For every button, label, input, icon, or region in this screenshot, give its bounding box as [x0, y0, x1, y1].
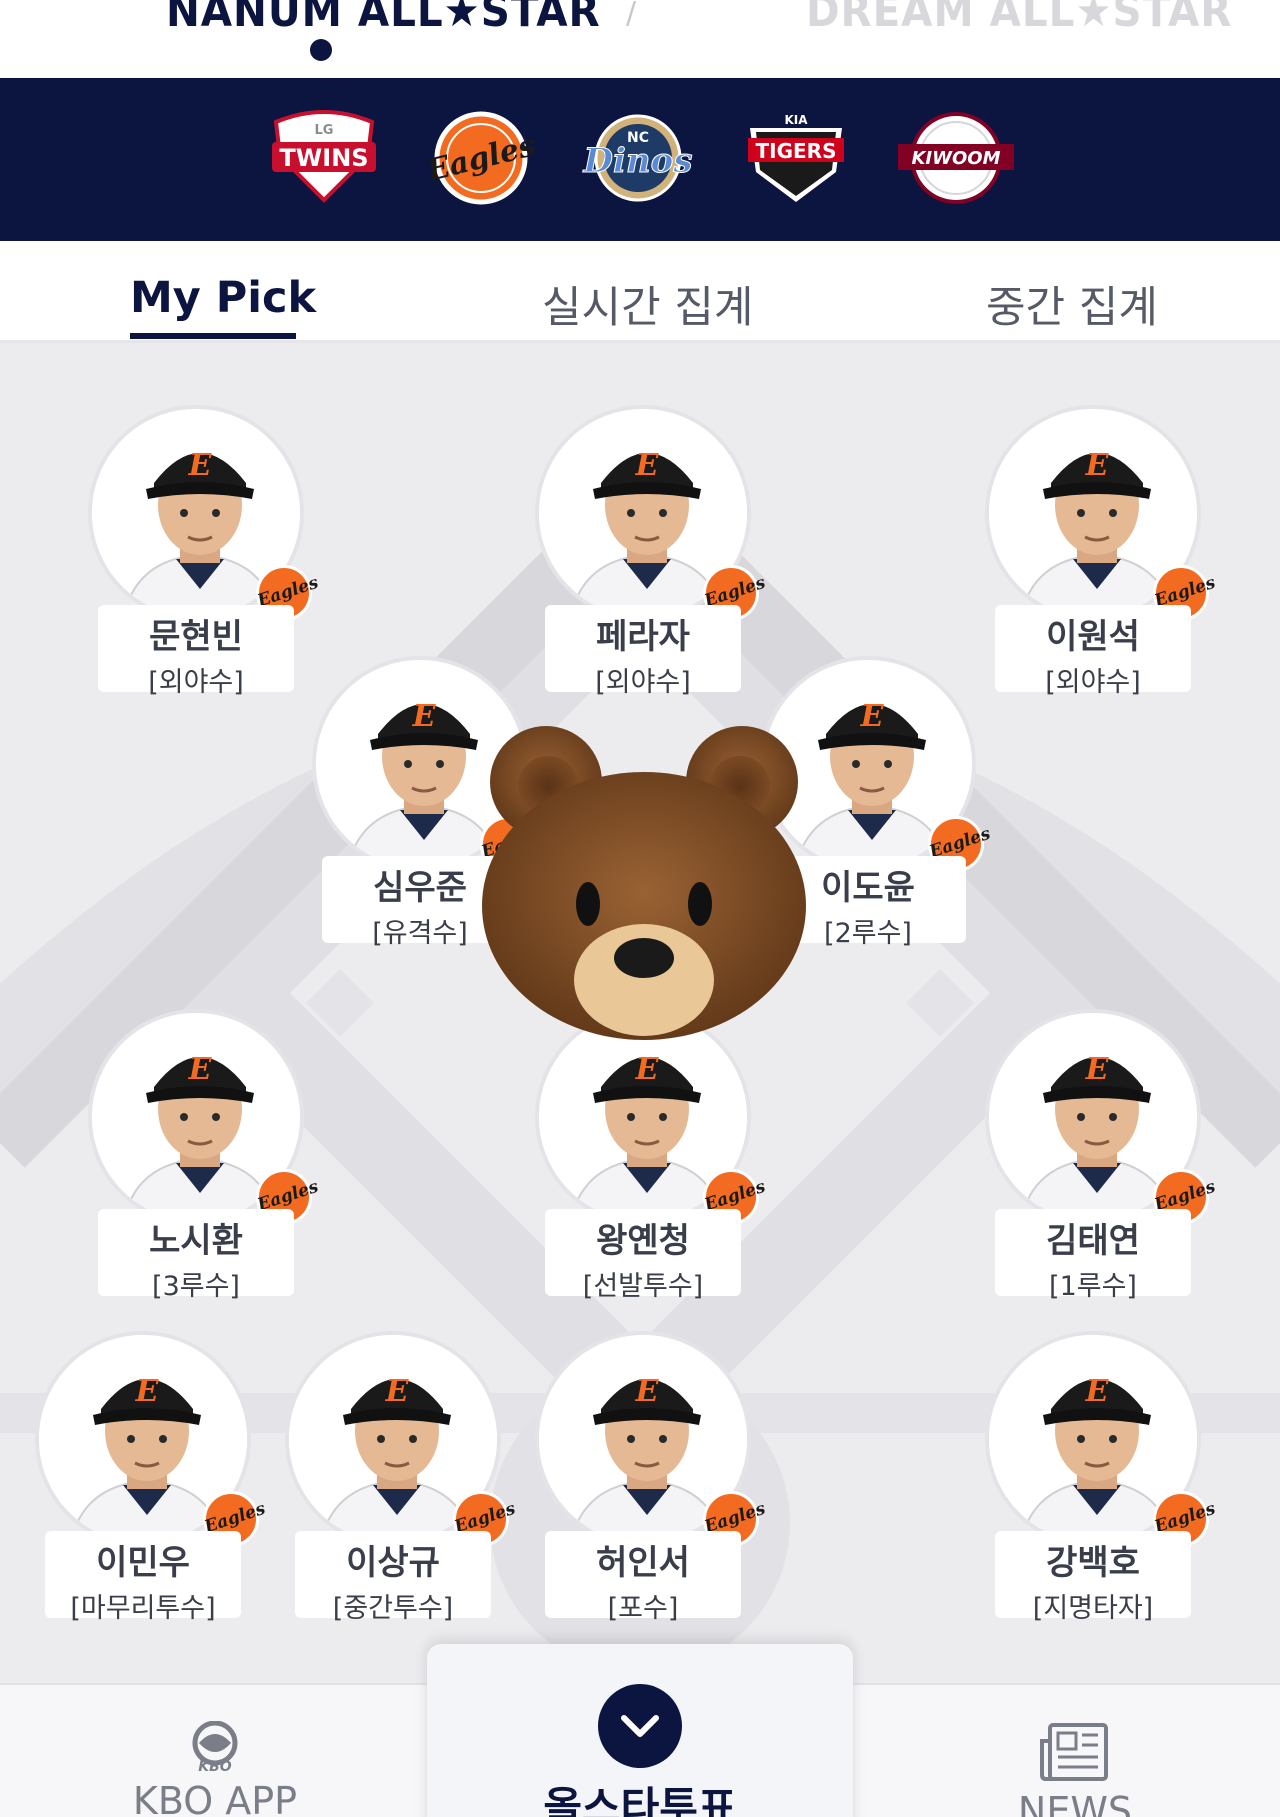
active-tab-underline: [130, 333, 296, 339]
player-name: 이상규: [346, 1543, 440, 1583]
player-name-card: 페라자 [외야수]: [545, 605, 741, 698]
player-name: 허인서: [596, 1543, 690, 1583]
nav-kbo-app[interactable]: KBO KBO APP: [120, 1720, 310, 1817]
player-card[interactable]: E Eagles 허인서 [포수]: [535, 1331, 768, 1624]
chevron-down-icon: [621, 1715, 659, 1737]
player-name-card: 허인서 [포수]: [545, 1531, 741, 1624]
player-card[interactable]: E Eagles 강백호 [지명타자]: [985, 1331, 1218, 1624]
player-position: [1루수]: [1049, 1271, 1137, 1302]
kbo-logo-icon: KBO: [192, 1720, 238, 1775]
vote-panel[interactable]: 올스타투표: [427, 1644, 853, 1817]
player-position: [선발투수]: [582, 1271, 704, 1302]
all-star-vote-label: 올스타투표: [543, 1783, 737, 1817]
player-name: 강백호: [1046, 1543, 1140, 1583]
player-name-card: 이상규 [중간투수]: [295, 1531, 491, 1624]
player-name: 왕옌청: [596, 1221, 690, 1261]
team-logo-band: LG TWINS Eagles NC Dinos TIGERS KIA KIWO…: [0, 78, 1280, 241]
player-name-card: 이민우 [마무리투수]: [45, 1531, 241, 1624]
player-position: [지명타자]: [1032, 1593, 1154, 1624]
player-name: 이민우: [96, 1543, 190, 1583]
svg-text:E: E: [635, 448, 660, 483]
tab-nanum-all-star[interactable]: NANUM ALL★STAR: [166, 0, 601, 37]
player-card[interactable]: E Eagles 이민우 [마무리투수]: [35, 1331, 268, 1624]
nav-news-label: NEWS: [1017, 1789, 1133, 1817]
player-position: [외야수]: [1045, 667, 1141, 698]
player-name: 노시환: [149, 1221, 243, 1261]
nav-news[interactable]: NEWS: [990, 1721, 1160, 1817]
lg-twins-logo[interactable]: LG TWINS: [268, 108, 380, 208]
tab-realtime-tally[interactable]: 실시간 집계: [542, 273, 753, 335]
kia-tigers-logo[interactable]: TIGERS KIA: [740, 108, 852, 208]
view-tabs: My Pick 실시간 집계 중간 집계: [0, 241, 1280, 343]
player-position: [3루수]: [152, 1271, 240, 1302]
svg-text:E: E: [1085, 448, 1110, 483]
lg-logo-label: TWINS: [279, 144, 368, 172]
tab-interim-tally[interactable]: 중간 집계: [986, 273, 1158, 335]
svg-text:E: E: [188, 1052, 213, 1087]
player-card[interactable]: E Eagles 페라자 [외야수]: [535, 405, 768, 698]
svg-text:E: E: [188, 448, 213, 483]
svg-text:E: E: [860, 699, 885, 734]
player-name: 이원석: [1046, 617, 1140, 657]
player-card[interactable]: E Eagles 김태연 [1루수]: [985, 1009, 1218, 1302]
player-name-card: 왕옌청 [선발투수]: [545, 1209, 741, 1302]
league-tabs: NANUM ALL★STAR / DREAM ALL★STAR: [0, 0, 1280, 78]
kbo-logo-text: KBO: [198, 1759, 232, 1773]
player-card[interactable]: E Eagles 이상규 [중간투수]: [285, 1331, 518, 1624]
tab-dream-all-star[interactable]: DREAM ALL★STAR: [806, 0, 1232, 37]
nc-dinos-logo[interactable]: NC Dinos: [568, 108, 693, 208]
hanwha-eagles-logo[interactable]: Eagles: [422, 108, 539, 208]
tab-my-pick[interactable]: My Pick: [130, 273, 316, 323]
player-name-card: 문현빈 [외야수]: [98, 605, 294, 698]
active-league-indicator: [310, 39, 332, 61]
player-card[interactable]: E Eagles 왕옌청 [선발투수]: [535, 1009, 768, 1302]
nav-kbo-app-label: KBO APP: [132, 1779, 298, 1817]
kia-logo-sub: KIA: [784, 113, 808, 127]
svg-text:E: E: [635, 1052, 660, 1087]
player-name-card: 김태연 [1루수]: [995, 1209, 1191, 1302]
player-name: 문현빈: [149, 617, 243, 657]
svg-text:E: E: [412, 699, 437, 734]
lg-logo-sub: LG: [315, 123, 334, 138]
league-tab-separator: /: [626, 0, 637, 31]
kiwoom-heroes-logo[interactable]: KIWOOM: [896, 108, 1014, 208]
player-name-card: 노시환 [3루수]: [98, 1209, 294, 1302]
svg-text:E: E: [1085, 1374, 1110, 1409]
player-position: [마무리투수]: [70, 1593, 216, 1624]
player-card[interactable]: E Eagles 이원석 [외야수]: [985, 405, 1218, 698]
player-name-card: 이원석 [외야수]: [995, 605, 1191, 698]
newspaper-icon: [1040, 1723, 1108, 1781]
svg-text:E: E: [1085, 1052, 1110, 1087]
player-position: [포수]: [607, 1593, 679, 1624]
player-position: [외야수]: [148, 667, 244, 698]
player-name: 김태연: [1046, 1221, 1140, 1261]
bear-emoji-icon: [478, 720, 810, 1040]
player-card[interactable]: E Eagles 문현빈 [외야수]: [88, 405, 321, 698]
collapse-vote-button[interactable]: [598, 1684, 682, 1768]
svg-text:E: E: [635, 1374, 660, 1409]
svg-text:E: E: [135, 1374, 160, 1409]
kiwoom-logo-label: KIWOOM: [911, 148, 1000, 169]
player-name: 페라자: [596, 617, 690, 657]
nc-logo-label: Dinos: [583, 141, 693, 181]
svg-text:E: E: [385, 1374, 410, 1409]
player-position: [중간투수]: [332, 1593, 454, 1624]
player-card[interactable]: E Eagles 노시환 [3루수]: [88, 1009, 321, 1302]
player-name-card: 강백호 [지명타자]: [995, 1531, 1191, 1624]
player-position: [외야수]: [595, 667, 691, 698]
kia-logo-label: TIGERS: [756, 139, 837, 163]
